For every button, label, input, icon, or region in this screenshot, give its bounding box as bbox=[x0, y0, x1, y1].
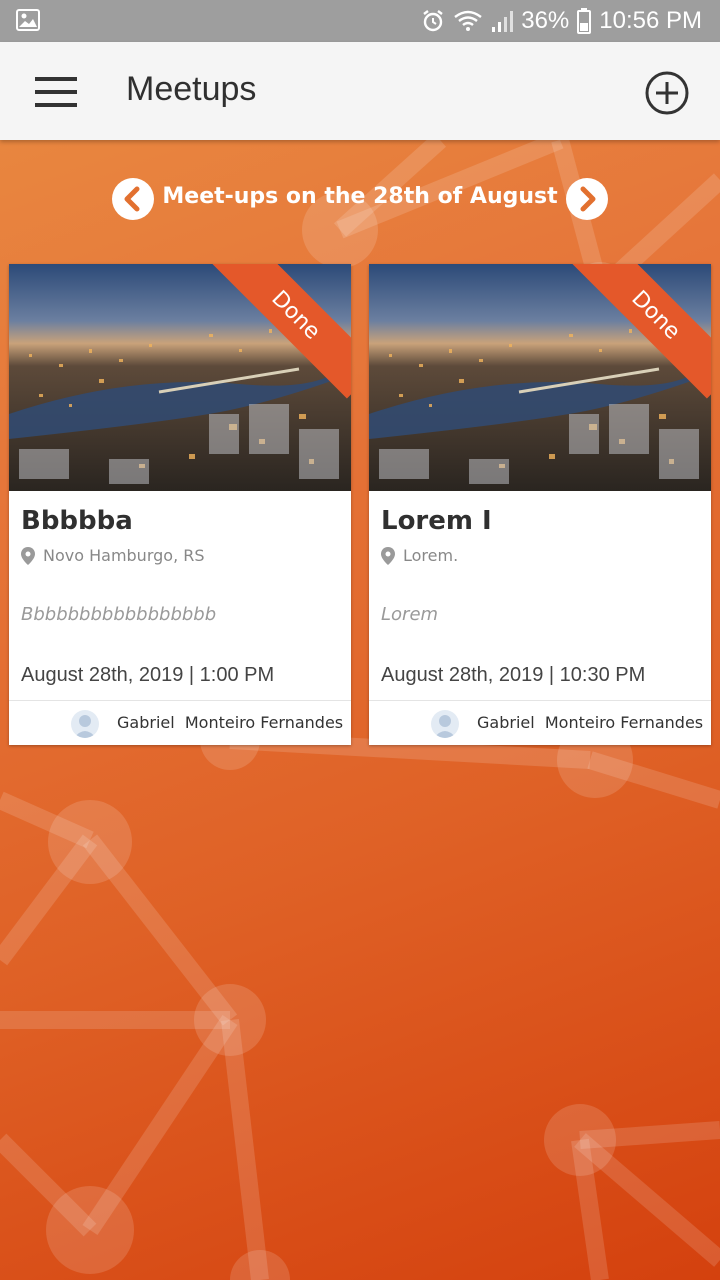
add-meetup-button[interactable] bbox=[644, 70, 690, 116]
signal-icon bbox=[491, 9, 514, 33]
date-label: Meet-ups on the 28th of August bbox=[162, 184, 558, 209]
battery-icon bbox=[577, 8, 592, 34]
menu-button[interactable] bbox=[24, 64, 88, 120]
image-icon bbox=[16, 9, 40, 31]
alarm-icon bbox=[421, 9, 445, 33]
author-name: Gabriel Monteiro Fernandes bbox=[117, 713, 344, 732]
previous-day-button[interactable] bbox=[112, 178, 154, 220]
wifi-icon bbox=[453, 9, 483, 33]
user-icon bbox=[74, 715, 96, 738]
chevron-left-circle-icon bbox=[112, 178, 154, 220]
meetup-description: Lorem bbox=[381, 604, 439, 625]
meetup-description: Bbbbbbbbbbbbbbbbb bbox=[21, 604, 217, 625]
meetup-image: Done bbox=[9, 264, 351, 491]
location-text: Novo Hamburgo, RS bbox=[43, 546, 205, 565]
clock: 10:56 PM bbox=[599, 7, 702, 34]
user-icon bbox=[434, 715, 456, 738]
meetup-title: Lorem I bbox=[381, 506, 492, 536]
app-bar: Meetups bbox=[0, 42, 720, 140]
location-pin-icon bbox=[21, 546, 35, 565]
author-name: Gabriel Monteiro Fernandes bbox=[477, 713, 704, 732]
add-circle-icon bbox=[645, 71, 689, 115]
page-title: Meetups bbox=[126, 70, 257, 108]
location-pin-icon bbox=[381, 546, 395, 565]
meetup-datetime: August 28th, 2019 | 10:30 PM bbox=[381, 664, 646, 686]
meetup-card[interactable]: Done Bbbbba Novo Hamburgo, RS Bbbbbbbbbb… bbox=[9, 264, 351, 745]
avatar bbox=[431, 710, 459, 738]
meetup-location: Novo Hamburgo, RS bbox=[21, 546, 205, 565]
card-footer: Gabriel Monteiro Fernandes bbox=[369, 700, 711, 745]
battery-level: 36% bbox=[521, 7, 570, 34]
meetup-location: Lorem. bbox=[381, 546, 458, 565]
meetup-image: Done bbox=[369, 264, 711, 491]
date-navigation: Meet-ups on the 28th of August bbox=[0, 176, 720, 220]
status-bar: 36% 10:56 PM bbox=[0, 0, 720, 42]
next-day-button[interactable] bbox=[566, 178, 608, 220]
status-indicators: 36% 10:56 PM bbox=[421, 0, 702, 42]
avatar bbox=[71, 710, 99, 738]
meetup-title: Bbbbba bbox=[21, 506, 133, 536]
chevron-right-circle-icon bbox=[566, 178, 608, 220]
location-text: Lorem. bbox=[403, 546, 459, 565]
hamburger-menu-icon bbox=[35, 77, 77, 107]
meetup-card[interactable]: Done Lorem I Lorem. Lorem August 28th, 2… bbox=[369, 264, 711, 745]
meetup-datetime: August 28th, 2019 | 1:00 PM bbox=[21, 664, 275, 686]
card-footer: Gabriel Monteiro Fernandes bbox=[9, 700, 351, 745]
